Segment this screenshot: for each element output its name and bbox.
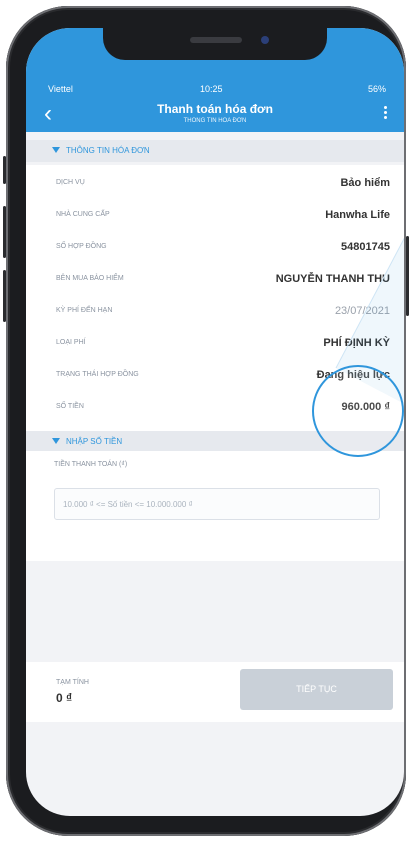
carrier-label: Viettel (48, 84, 73, 94)
caret-down-icon (52, 147, 60, 153)
magnifier-circle (312, 365, 404, 457)
notch (103, 28, 327, 60)
info-row-service: DỊCH VỤ Bảo hiểm (26, 169, 404, 198)
battery-label: 56% (367, 84, 386, 94)
status-bar: Viettel 10:25 56% (26, 84, 404, 98)
info-row-contract-number: SỐ HỢP ĐỒNG 54801745 (26, 233, 404, 262)
row-label: NHÀ CUNG CẤP (56, 211, 110, 218)
info-row-provider: NHÀ CUNG CẤP Hanwha Life (26, 201, 404, 230)
power-button (406, 236, 409, 316)
volume-up-button (3, 206, 6, 258)
amount-input[interactable] (55, 489, 379, 519)
subtotal-label: TẠM TÍNH (56, 679, 89, 686)
section-header-info[interactable]: THÔNG TIN HÓA ĐƠN (26, 140, 404, 162)
row-label: SỐ HỢP ĐỒNG (56, 243, 107, 250)
screen: Viettel 10:25 56% ‹ Thanh toán hóa đơn T… (26, 28, 404, 816)
row-label: LOẠI PHÍ (56, 339, 86, 346)
speaker (190, 37, 242, 43)
row-label: DỊCH VỤ (56, 179, 85, 186)
row-label: KỲ PHÍ ĐẾN HẠN (56, 307, 113, 314)
row-label: SỐ TIỀN (56, 403, 84, 410)
row-label: TRẠNG THÁI HỢP ĐỒNG (56, 371, 139, 378)
row-value: NGUYỄN THANH THU (275, 273, 390, 285)
subtotal-amount: 0 ₫ (56, 691, 73, 705)
amount-input-card: TIỀN THANH TOÁN (₫) (26, 451, 404, 561)
bottom-bar: TẠM TÍNH 0 ₫ TIẾP TỤC (26, 662, 404, 722)
volume-down-button (3, 270, 6, 322)
mute-switch (3, 156, 6, 184)
row-label: BÊN MUA BẢO HIỂM (56, 275, 124, 282)
camera (261, 36, 269, 44)
row-value: 54801745 (341, 241, 390, 253)
row-value: Bảo hiểm (340, 177, 390, 189)
clock: 10:25 (200, 84, 223, 94)
section-title-info: THÔNG TIN HÓA ĐƠN (66, 146, 150, 155)
info-row-due-period: KỲ PHÍ ĐẾN HẠN 23/07/2021 (26, 297, 404, 326)
phone-frame: Viettel 10:25 56% ‹ Thanh toán hóa đơn T… (3, 6, 409, 836)
section-title-amount: NHẬP SỐ TIỀN (66, 437, 123, 446)
info-row-policy-buyer: BÊN MUA BẢO HIỂM NGUYỄN THANH THU (26, 265, 404, 294)
page-subtitle: THÔNG TIN HÓA ĐƠN (183, 118, 247, 124)
continue-button[interactable]: TIẾP TỤC (240, 669, 393, 710)
amount-input-wrapper (54, 488, 380, 520)
caret-down-icon (52, 438, 60, 444)
row-value: Hanwha Life (325, 209, 390, 221)
info-row-fee-type: LOẠI PHÍ PHÍ ĐỊNH KỲ (26, 329, 404, 358)
more-menu-icon[interactable] (380, 104, 390, 122)
page-title: Thanh toán hóa đơn (157, 102, 273, 116)
row-value: PHÍ ĐỊNH KỲ (323, 337, 390, 349)
row-value: 23/07/2021 (334, 305, 390, 317)
amount-input-label: TIỀN THANH TOÁN (₫) (54, 461, 128, 468)
